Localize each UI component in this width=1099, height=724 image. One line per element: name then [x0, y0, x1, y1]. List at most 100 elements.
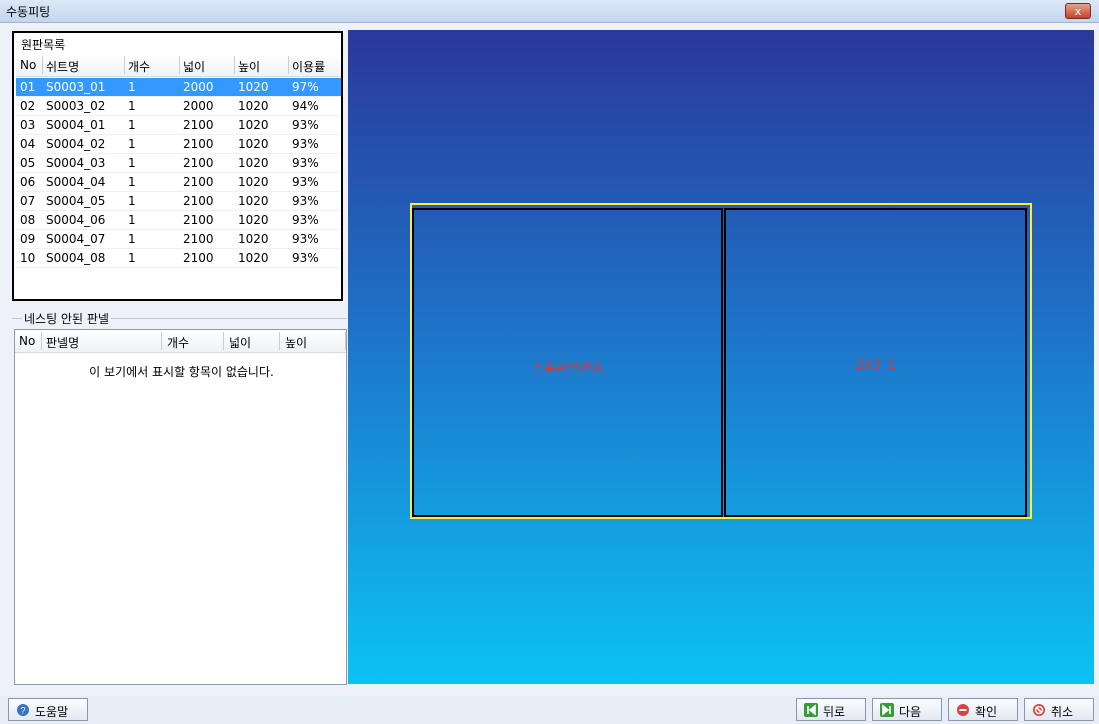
row-no: 10: [20, 251, 36, 265]
row-count: 1: [128, 232, 136, 246]
row-no: 05: [20, 156, 36, 170]
ok-button[interactable]: 확인: [948, 698, 1018, 721]
sheet-list-header: No 쉬트명 개수 넓이 높이 이용률: [16, 54, 341, 77]
sheet-row[interactable]: 04 S0004_02 1 2100 1020 93%: [16, 135, 341, 154]
row-count: 1: [128, 137, 136, 151]
row-width: 2100: [183, 213, 214, 227]
sheet-row[interactable]: 08 S0004_06 1 2100 1020 93%: [16, 211, 341, 230]
col-width[interactable]: 넓이: [229, 334, 251, 351]
next-arrow-icon: [880, 703, 894, 717]
close-button[interactable]: x: [1065, 3, 1091, 19]
sheet-outline: 수동판넬연습 2X3_1: [410, 203, 1032, 519]
col-count[interactable]: 개수: [167, 334, 189, 351]
row-height: 1020: [238, 251, 269, 265]
unnested-header: No 판넬명 개수 넓이 높이: [15, 330, 346, 353]
row-count: 1: [128, 118, 136, 132]
sheet-row[interactable]: 02 S0003_02 1 2000 1020 94%: [16, 97, 341, 116]
panel-label: 수동판넬연습: [531, 362, 604, 377]
row-width: 2100: [183, 194, 214, 208]
row-usage: 97%: [292, 80, 319, 94]
panel-label: 2X3_1: [855, 358, 896, 373]
row-width: 2100: [183, 232, 214, 246]
row-no: 04: [20, 137, 36, 151]
sheet-row[interactable]: 07 S0004_05 1 2100 1020 93%: [16, 192, 341, 211]
panel-2x3-1[interactable]: 2X3_1: [724, 208, 1027, 517]
unnested-panels-list[interactable]: No 판넬명 개수 넓이 높이 이 보기에서 표시할 항목이 없습니다.: [14, 329, 347, 685]
nesting-canvas[interactable]: 수동판넬연습 2X3_1: [348, 30, 1094, 684]
sheet-row[interactable]: 03 S0004_01 1 2100 1020 93%: [16, 116, 341, 135]
col-width[interactable]: 넓이: [183, 58, 205, 75]
row-no: 08: [20, 213, 36, 227]
col-count[interactable]: 개수: [128, 58, 150, 75]
sheet-row[interactable]: 09 S0004_07 1 2100 1020 93%: [16, 230, 341, 249]
help-button[interactable]: ? 도움말: [8, 698, 88, 721]
row-width: 2100: [183, 156, 214, 170]
row-width: 2100: [183, 118, 214, 132]
row-usage: 93%: [292, 194, 319, 208]
cancel-button[interactable]: 취소: [1024, 698, 1094, 721]
row-usage: 93%: [292, 156, 319, 170]
row-height: 1020: [238, 156, 269, 170]
row-usage: 94%: [292, 99, 319, 113]
col-height[interactable]: 높이: [285, 334, 307, 351]
main-window: 수동피팅 x 원판목록 No 쉬트명 개수 넓이 높이 이용률 01 S0003_…: [0, 0, 1099, 724]
back-button[interactable]: 뒤로: [796, 698, 866, 721]
panel-manual-practice[interactable]: 수동판넬연습: [412, 208, 723, 517]
row-height: 1020: [238, 80, 269, 94]
row-width: 2100: [183, 251, 214, 265]
row-usage: 93%: [292, 175, 319, 189]
col-no[interactable]: No: [20, 58, 36, 72]
sheet-list-group: 원판목록 No 쉬트명 개수 넓이 높이 이용률 01 S0003_01 1 2000…: [12, 31, 343, 301]
row-sheet-name: S0004_03: [46, 156, 106, 170]
sheet-list-label: 원판목록: [21, 38, 66, 52]
row-usage: 93%: [292, 232, 319, 246]
col-sheet-name[interactable]: 쉬트명: [46, 58, 79, 75]
row-count: 1: [128, 80, 136, 94]
row-sheet-name: S0004_04: [46, 175, 106, 189]
row-width: 2100: [183, 137, 214, 151]
row-height: 1020: [238, 175, 269, 189]
row-sheet-name: S0003_02: [46, 99, 106, 113]
back-arrow-icon: [804, 703, 818, 717]
row-usage: 93%: [292, 118, 319, 132]
row-height: 1020: [238, 194, 269, 208]
col-height[interactable]: 높이: [238, 58, 260, 75]
row-sheet-name: S0004_07: [46, 232, 106, 246]
col-no[interactable]: No: [19, 334, 35, 348]
row-count: 1: [128, 175, 136, 189]
sheet-row[interactable]: 05 S0004_03 1 2100 1020 93%: [16, 154, 341, 173]
row-width: 2000: [183, 80, 214, 94]
row-no: 01: [20, 80, 36, 94]
unnested-panels-group: 네스팅 안된 판넬 No 판넬명 개수 넓이 높이 이 보기에서 표시할 항목이…: [12, 310, 347, 685]
confirm-icon: [957, 704, 969, 716]
svg-text:?: ?: [20, 706, 25, 716]
col-panel-name[interactable]: 판넬명: [46, 334, 79, 351]
sheet-row[interactable]: 10 S0004_08 1 2100 1020 93%: [16, 249, 341, 268]
row-height: 1020: [238, 137, 269, 151]
row-sheet-name: S0004_02: [46, 137, 106, 151]
row-usage: 93%: [292, 137, 319, 151]
title-bar: 수동피팅 x: [0, 0, 1099, 23]
row-count: 1: [128, 99, 136, 113]
unnested-panels-label: 네스팅 안된 판넬: [22, 310, 111, 327]
row-height: 1020: [238, 99, 269, 113]
row-sheet-name: S0004_08: [46, 251, 106, 265]
sheet-row[interactable]: 01 S0003_01 1 2000 1020 97%: [16, 78, 341, 97]
row-height: 1020: [238, 118, 269, 132]
row-height: 1020: [238, 232, 269, 246]
row-no: 09: [20, 232, 36, 246]
row-count: 1: [128, 194, 136, 208]
next-button[interactable]: 다음: [872, 698, 942, 721]
row-width: 2000: [183, 99, 214, 113]
row-sheet-name: S0004_05: [46, 194, 106, 208]
row-no: 06: [20, 175, 36, 189]
row-no: 03: [20, 118, 36, 132]
col-usage[interactable]: 이용률: [292, 58, 325, 75]
row-usage: 93%: [292, 251, 319, 265]
help-icon: ?: [17, 704, 29, 716]
row-width: 2100: [183, 175, 214, 189]
row-no: 02: [20, 99, 36, 113]
row-sheet-name: S0004_06: [46, 213, 106, 227]
row-count: 1: [128, 156, 136, 170]
sheet-row[interactable]: 06 S0004_04 1 2100 1020 93%: [16, 173, 341, 192]
